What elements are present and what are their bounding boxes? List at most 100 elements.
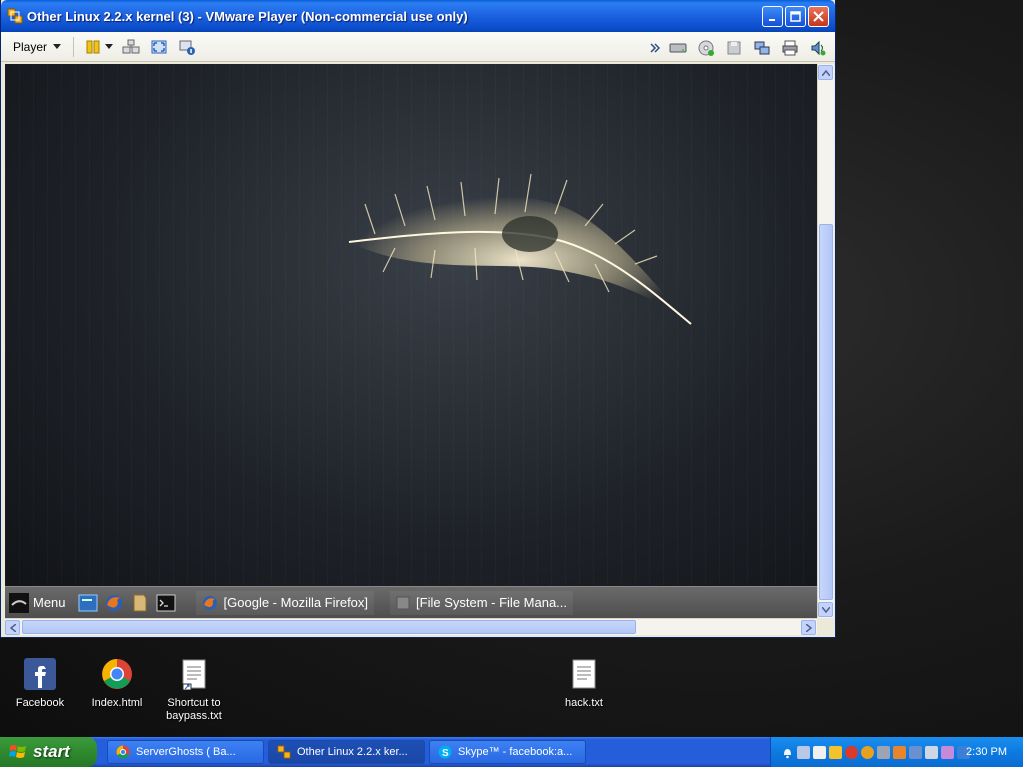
cd-device[interactable] (695, 37, 717, 59)
terminal-launcher[interactable] (156, 593, 176, 613)
document-icon[interactable] (813, 745, 826, 759)
guest-menu-button[interactable]: Menu (9, 592, 66, 613)
keyboard-icon[interactable] (925, 745, 938, 759)
vertical-scroll-thumb[interactable] (819, 224, 833, 600)
chevron-left-icon (9, 623, 16, 632)
printer-device[interactable] (779, 37, 801, 59)
sound-device[interactable] (807, 37, 829, 59)
network-computers-icon (122, 39, 140, 53)
cd-icon (698, 40, 714, 56)
chevron-right-icon (805, 623, 812, 632)
pause-icon (86, 40, 100, 53)
svg-text:S: S (442, 748, 449, 759)
maximize-icon (790, 11, 801, 22)
taskbar-item-vmware[interactable]: Other Linux 2.2.x ker... (268, 740, 425, 764)
vmware-icon (277, 745, 291, 759)
printer-icon (782, 40, 798, 56)
skype-icon: S (438, 745, 452, 759)
firefox-icon (105, 594, 122, 611)
minimize-icon (768, 18, 775, 21)
double-chevron-right-icon (650, 43, 660, 53)
chevron-up-icon (821, 69, 830, 76)
backtrack-logo-icon (9, 592, 29, 613)
taskbar-item-label: Other Linux 2.2.x ker... (297, 746, 408, 758)
desktop-icon-label: Facebook (15, 697, 65, 709)
text-file-icon (567, 657, 601, 691)
taskbar-item-chrome[interactable]: ServerGhosts ( Ba... (107, 740, 264, 764)
pause-button[interactable] (82, 36, 104, 58)
volume-icon[interactable] (909, 745, 922, 759)
scroll-left-button[interactable] (5, 620, 20, 635)
chevron-down-icon (105, 44, 114, 49)
send-ctrl-alt-del-button[interactable] (120, 36, 142, 58)
resize-grip[interactable] (817, 618, 834, 635)
taskbar: start ServerGhosts ( Ba... Other Linux 2… (0, 737, 1023, 767)
unity-icon (179, 40, 196, 55)
scroll-right-button[interactable] (801, 620, 816, 635)
desktop-icon-label: Index.html (91, 697, 143, 709)
guest-task-file-manager[interactable]: [File System - File Mana... (390, 590, 574, 615)
desktop-icon-index-html[interactable]: Index.html (77, 657, 157, 710)
guest-menu-label: Menu (33, 595, 66, 610)
text-file-icon (177, 657, 211, 691)
player-menu-button[interactable]: Player (9, 40, 65, 54)
scroll-down-button[interactable] (818, 602, 833, 617)
desktop-icon-facebook[interactable]: Facebook (0, 657, 80, 710)
vmware-player-window: Other Linux 2.2.x kernel (3) - VMware Pl… (0, 0, 836, 638)
feather-wallpaper (348, 173, 692, 325)
title-bar[interactable]: Other Linux 2.2.x kernel (3) - VMware Pl… (1, 0, 835, 32)
desktop-icon-baypass-shortcut[interactable]: Shortcut to baypass.txt (154, 657, 234, 723)
notification-bell-icon[interactable] (781, 746, 794, 759)
taskbar-item-label: ServerGhosts ( Ba... (136, 746, 236, 758)
firefox-icon (202, 595, 217, 610)
desktop-icon (78, 594, 98, 611)
folder-icon[interactable] (829, 745, 842, 759)
chevron-down-icon (53, 44, 62, 49)
more-devices-chevron[interactable] (649, 37, 661, 59)
font-icon[interactable] (893, 745, 906, 759)
guest-panel: Menu [Google - Mozilla Firefox] [File Sy… (5, 586, 817, 618)
hard-disk-device[interactable] (667, 37, 689, 59)
guest-task-firefox[interactable]: [Google - Mozilla Firefox] (195, 590, 375, 615)
monitor-icon[interactable] (877, 745, 890, 759)
full-screen-button[interactable] (148, 36, 170, 58)
maximize-button[interactable] (785, 6, 806, 27)
facebook-icon (23, 657, 57, 691)
chrome-icon (100, 657, 134, 691)
taskbar-item-skype[interactable]: S Skype™ - facebook:a... (429, 740, 586, 764)
security-alert-icon[interactable] (845, 745, 858, 759)
close-button[interactable] (808, 6, 829, 27)
desktop-icon-label: Shortcut to baypass.txt (166, 697, 222, 722)
scroll-up-button[interactable] (818, 65, 833, 80)
desktop-icon-label: hack.txt (565, 697, 603, 709)
unity-button[interactable] (176, 36, 198, 58)
power-dropdown-button[interactable] (104, 36, 114, 58)
desktop-icon-hack-txt[interactable]: hack.txt (544, 657, 624, 710)
desktop-launcher[interactable] (78, 593, 98, 613)
pen-icon[interactable] (941, 745, 954, 759)
player-toolbar: Player (1, 32, 835, 62)
floppy-icon (727, 41, 741, 55)
horizontal-scrollbar[interactable] (5, 618, 817, 635)
update-icon[interactable] (861, 745, 874, 759)
network-device[interactable] (751, 37, 773, 59)
window-title: Other Linux 2.2.x kernel (3) - VMware Pl… (27, 8, 468, 24)
start-label: start (33, 742, 70, 761)
guest-task-label: [Google - Mozilla Firefox] (223, 595, 369, 610)
system-tray: 2:30 PM (770, 737, 1023, 767)
network-icon[interactable] (797, 745, 810, 759)
chevron-down-icon (821, 606, 830, 613)
clock[interactable]: 2:30 PM (966, 746, 1007, 758)
minimize-button[interactable] (762, 6, 783, 27)
start-button[interactable]: start (0, 737, 97, 767)
windows-logo-icon (9, 745, 26, 758)
file-manager-launcher[interactable] (130, 593, 150, 613)
horizontal-scroll-thumb[interactable] (22, 620, 636, 634)
player-menu-label: Player (13, 39, 48, 54)
firefox-launcher[interactable] (104, 593, 124, 613)
vertical-scrollbar[interactable] (817, 64, 834, 618)
guest-task-label: [File System - File Mana... (416, 595, 568, 610)
close-icon (813, 11, 824, 22)
floppy-device[interactable] (723, 37, 745, 59)
guest-display[interactable]: Menu [Google - Mozilla Firefox] [File Sy… (5, 64, 817, 618)
